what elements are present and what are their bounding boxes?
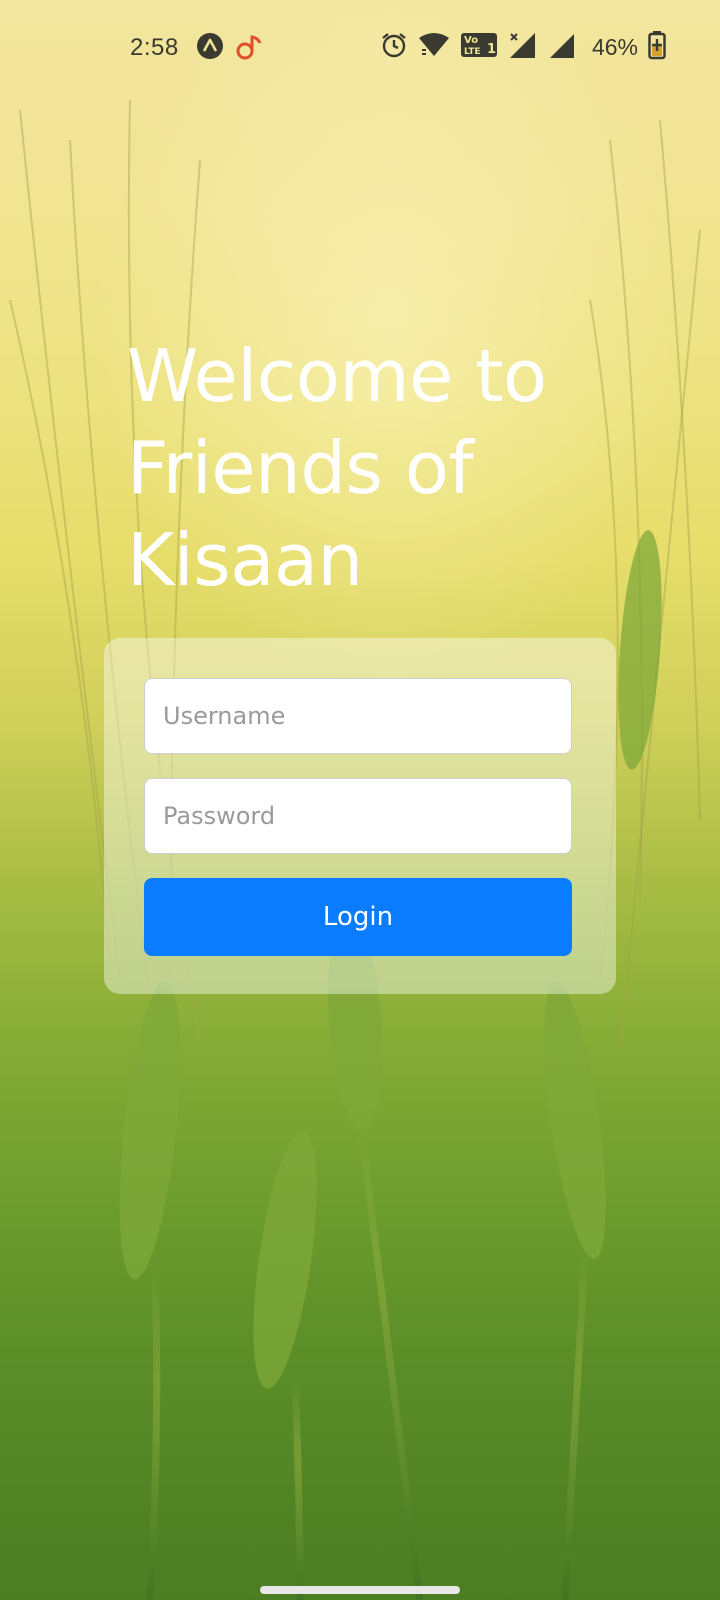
volte-line2: LTE [464, 47, 481, 57]
status-time: 2:58 [130, 34, 179, 61]
welcome-title: Welcome to Friends of Kisaan [127, 334, 547, 602]
signal-sim1-icon [508, 31, 538, 64]
system-icons: Vo LTE 1 46% [380, 30, 666, 65]
username-input[interactable] [144, 678, 572, 754]
battery-percent: 46% [591, 34, 638, 60]
login-card: Login [104, 638, 616, 994]
login-button[interactable]: Login [144, 878, 572, 956]
home-gesture-bar[interactable] [260, 1586, 460, 1594]
status-bar: 2:58 Vo LTE 1 46% [0, 0, 720, 96]
volte-line1: Vo [464, 35, 478, 46]
app-a-icon [196, 32, 224, 67]
password-input[interactable] [144, 778, 572, 854]
music-note-icon [234, 32, 264, 67]
battery-charging-icon [648, 30, 666, 65]
notification-icons [196, 32, 264, 67]
sim-number: 1 [487, 42, 496, 57]
alarm-icon [380, 31, 408, 64]
login-screen: 2:58 Vo LTE 1 46% Welcome to Friends of … [0, 0, 720, 1600]
signal-sim2-icon [548, 31, 576, 64]
volte-lte-icon: Vo LTE 1 [460, 31, 498, 64]
wifi-icon [418, 32, 450, 63]
